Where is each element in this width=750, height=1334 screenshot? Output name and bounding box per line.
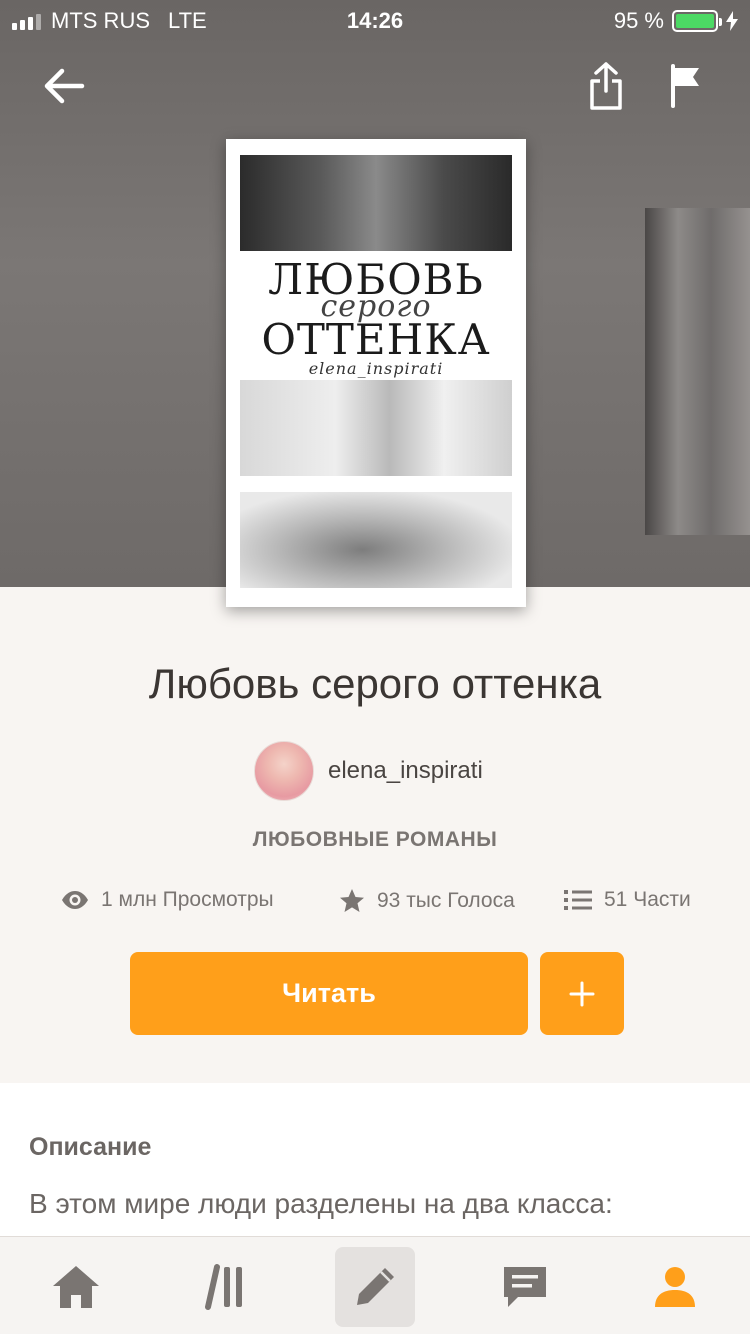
tab-write[interactable] xyxy=(335,1247,415,1327)
description-text[interactable]: В этом мире люди разделены на два класса… xyxy=(29,1185,729,1223)
bottom-tab-bar xyxy=(0,1236,750,1334)
charging-icon xyxy=(726,11,738,31)
next-story-cover[interactable] xyxy=(645,208,750,535)
home-icon xyxy=(53,1266,99,1308)
share-button[interactable] xyxy=(576,56,636,116)
cover-photo-hands xyxy=(240,155,512,251)
parts-count: 51 Части xyxy=(604,888,691,911)
tab-profile[interactable] xyxy=(635,1247,715,1327)
battery-icon xyxy=(672,10,722,32)
cover-author: elena_inspirati xyxy=(308,359,444,378)
library-icon xyxy=(205,1264,242,1310)
story-title: Любовь серого оттенка xyxy=(148,660,602,707)
status-bar: MTS RUS LTE 14:26 95 % xyxy=(0,0,750,42)
list-icon xyxy=(564,890,592,910)
back-button[interactable] xyxy=(34,56,94,116)
flag-icon xyxy=(671,64,699,108)
author-name: elena_inspirati xyxy=(328,757,483,784)
description-heading: Описание xyxy=(29,1133,152,1161)
story-stats: 1 млн Просмотры 93 тыс Голоса 51 Части xyxy=(0,888,750,922)
story-cover[interactable]: ЛЮБОВЬ серого ОТТЕНКА elena_inspirati xyxy=(226,139,526,607)
cover-photo-hair xyxy=(240,380,512,476)
star-icon xyxy=(340,889,364,912)
read-button[interactable]: Читать xyxy=(130,952,528,1035)
profile-icon xyxy=(655,1267,695,1307)
votes-count: 93 тыс Голоса xyxy=(377,888,515,912)
cover-title-line3: ОТТЕНКА xyxy=(261,315,491,364)
messages-icon xyxy=(504,1267,546,1307)
author-link[interactable]: elena_inspirati xyxy=(254,741,483,801)
genre-label[interactable]: ЛЮБОВНЫЕ РОМАНЫ xyxy=(0,828,750,852)
stat-parts: 51 Части xyxy=(564,888,691,912)
pencil-icon xyxy=(357,1268,394,1305)
cover-photo-man xyxy=(240,492,512,588)
eye-icon xyxy=(62,891,88,909)
stat-votes: 93 тыс Голоса xyxy=(339,888,515,913)
views-count: 1 млн Просмотры xyxy=(101,888,274,911)
stat-views: 1 млн Просмотры xyxy=(61,888,274,912)
share-icon xyxy=(590,62,622,110)
report-button[interactable] xyxy=(656,56,716,116)
battery-percent: 95 % xyxy=(613,8,664,33)
tab-messages[interactable] xyxy=(485,1247,565,1327)
avatar xyxy=(254,741,314,801)
plus-icon xyxy=(569,981,595,1006)
tab-home[interactable] xyxy=(36,1247,116,1327)
tab-library[interactable] xyxy=(186,1247,266,1327)
add-to-library-button[interactable] xyxy=(540,952,624,1035)
arrow-left-icon xyxy=(44,68,85,104)
